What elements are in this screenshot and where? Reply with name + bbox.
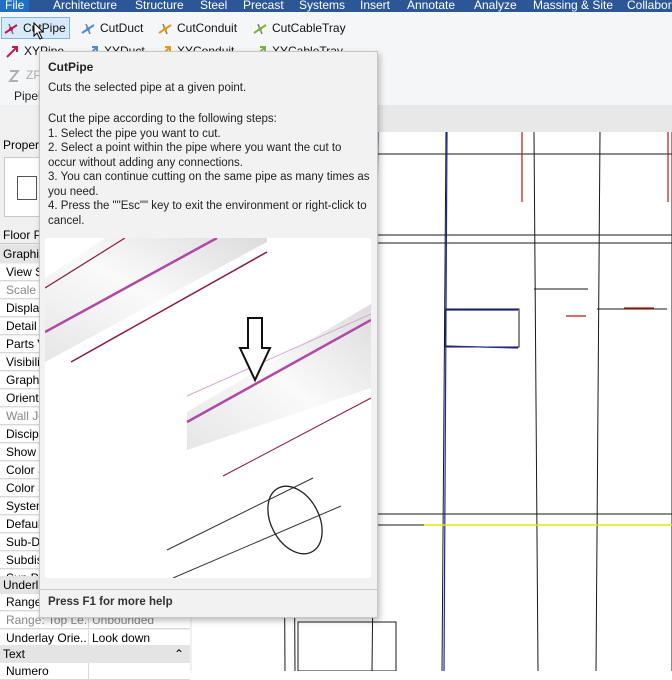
tooltip-step-1: 1. Select the pipe you want to cut. — [48, 127, 221, 140]
cutconduit-button[interactable]: CutConduit — [157, 18, 237, 38]
mouse-cursor-icon — [33, 22, 45, 40]
property-row[interactable]: Numero — [0, 663, 190, 680]
cutcabletray-button[interactable]: CutCableTray — [252, 18, 346, 38]
tooltip-step-2: 2. Select a point within the pipe where … — [48, 142, 342, 169]
type-preview[interactable] — [4, 157, 42, 217]
cutconduit-icon — [158, 23, 172, 35]
tooltip-divider — [40, 589, 377, 590]
menu-systems[interactable]: Systems — [299, 0, 345, 12]
zpipe-button[interactable]: ZP — [6, 65, 41, 85]
tooltip-illustration — [44, 236, 372, 579]
property-value[interactable] — [88, 663, 188, 680]
cutconduit-label: CutConduit — [177, 21, 238, 35]
tooltip-description: Cuts the selected pipe at a given point. — [48, 82, 247, 94]
pipe-cut-ellipse — [267, 485, 323, 555]
pipe-cut-illustration — [44, 236, 372, 579]
tooltip-title: CutPipe — [48, 60, 94, 74]
menu-steel[interactable]: Steel — [200, 0, 227, 12]
menu-analyze[interactable]: Analyze — [474, 0, 517, 12]
menu-architecture[interactable]: Architecture — [53, 0, 117, 12]
menu-collaborate[interactable]: Collabor — [627, 0, 672, 12]
menu-structure[interactable]: Structure — [135, 0, 184, 12]
menu-bar: File Architecture Structure Steel Precas… — [0, 0, 672, 12]
menu-massing-site[interactable]: Massing & Site — [533, 0, 613, 12]
menu-file[interactable]: File — [0, 0, 30, 12]
collapse-icon[interactable]: ⌃ — [174, 645, 184, 663]
tooltip-help: Press F1 for more help — [48, 596, 173, 608]
menu-precast[interactable]: Precast — [243, 0, 284, 12]
menu-insert[interactable]: Insert — [360, 0, 390, 12]
tooltip-steps: Cut the pipe according to the following … — [48, 112, 370, 228]
cutduct-button[interactable]: CutDuct — [80, 18, 143, 38]
menu-annotate[interactable]: Annotate — [407, 0, 455, 12]
zpipe-icon — [7, 69, 21, 82]
floor-plan-icon — [17, 176, 37, 200]
property-label: Numero — [6, 664, 49, 678]
upper-pipe — [45, 238, 267, 362]
section-text[interactable]: Text ⌃ — [0, 645, 190, 663]
cutduct-icon — [81, 23, 95, 35]
tooltip-step-3: 3. You can continue cutting on the same … — [48, 171, 370, 198]
xypipe-icon — [6, 45, 18, 58]
ribbon-panel-label: Pipel — [14, 89, 41, 103]
cutcabletray-label: CutCableTray — [272, 21, 346, 35]
cutcabletray-icon — [253, 23, 267, 35]
cutpipe-icon — [4, 23, 18, 35]
cutduct-label: CutDuct — [100, 21, 144, 35]
tooltip-intro: Cut the pipe according to the following … — [48, 113, 277, 125]
cutpipe-tooltip: CutPipe Cuts the selected pipe at a give… — [39, 51, 378, 618]
section-text-label: Text — [3, 647, 26, 661]
tooltip-step-4: 4. Press the ""Esc"" key to exit the env… — [48, 200, 367, 227]
